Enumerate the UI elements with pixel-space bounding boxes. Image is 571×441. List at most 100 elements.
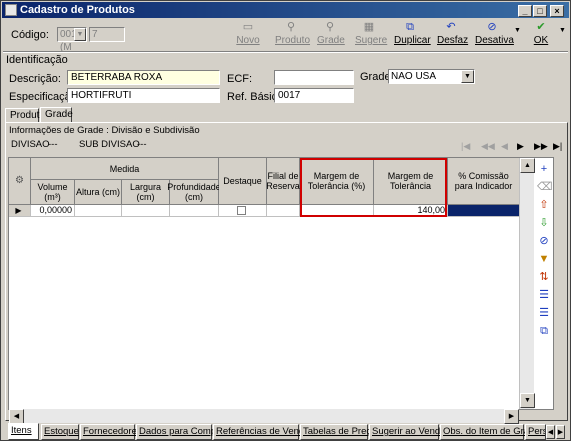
col-volume[interactable]: Volume (m³)	[31, 180, 75, 205]
grade-label: Grade	[317, 35, 345, 46]
tab-fornecedores[interactable]: Fornecedores	[80, 424, 142, 440]
deactivate-icon: ⊘	[487, 21, 497, 33]
tabs-scroll-right-icon[interactable]: ▶	[556, 425, 565, 439]
ok-label: OK	[533, 35, 549, 46]
grid-settings-icon[interactable]: ⚙	[15, 176, 24, 186]
prev-record-icon[interactable]: ◀	[501, 141, 508, 152]
tab-estoque[interactable]: Estoque	[41, 424, 79, 440]
duplicar-button[interactable]: ⧉ Duplicar	[394, 19, 431, 49]
tab-tabelas-preco[interactable]: Tabelas de Preço	[300, 424, 376, 440]
title-bar: Cadastro de Produtos _ □ ×	[2, 2, 569, 18]
cell-volume[interactable]: 0,00000	[31, 205, 75, 217]
destaque-checkbox[interactable]	[237, 206, 246, 215]
move-down-icon[interactable]: ⇩	[537, 216, 551, 230]
delete-row-icon[interactable]: ⌫	[537, 180, 553, 194]
insert-row-icon[interactable]: +	[537, 162, 551, 176]
cell-profundidade[interactable]	[170, 205, 219, 217]
codigo-label: Código:	[11, 29, 49, 41]
horizontal-scrollbar[interactable]: ◀ ▶	[9, 409, 519, 424]
desfaz-label: Desfaz	[437, 35, 469, 46]
new-document-icon: ▭	[242, 21, 254, 33]
desativa-label: Desativa	[475, 35, 514, 46]
search-grade-icon: ⚲	[325, 21, 335, 33]
tabs-scroll-left-icon[interactable]: ◀	[546, 425, 555, 439]
list-options-icon[interactable]: ☰	[537, 306, 551, 320]
grid-corner: ⚙	[9, 158, 31, 205]
grid-side-toolbar: + ⌫ ⇧ ⇩ ⊘ ▼ ⇅ ☰ ☰ ⧉	[534, 158, 554, 338]
sugere-button[interactable]: ▦ Sugere	[355, 19, 388, 49]
next-record-icon[interactable]: ▶	[517, 141, 524, 152]
maximize-button[interactable]: □	[533, 5, 547, 17]
prev-page-icon[interactable]: ◀◀	[481, 141, 495, 152]
novo-label: Novo	[236, 35, 260, 46]
codigo-combo[interactable]: 001 (M ▼	[57, 27, 87, 53]
col-altura[interactable]: Altura (cm)	[75, 180, 122, 205]
novo-button[interactable]: ▭ Novo	[236, 19, 260, 49]
divisao-label: DIVISAO	[11, 139, 50, 150]
scroll-up-icon[interactable]: ▲	[520, 158, 535, 173]
first-record-icon[interactable]: |◀	[461, 141, 470, 152]
tab-grade[interactable]: Grade	[40, 107, 73, 123]
cell-largura[interactable]	[122, 205, 170, 217]
grade-button[interactable]: ⚲ Grade	[317, 19, 345, 49]
medida-group-header: Medida	[31, 158, 219, 180]
toolbar: Código: 001 (M ▼ 7 ▭ Novo ⚲ Produto ⚲ Gr…	[3, 19, 568, 53]
close-button[interactable]: ×	[550, 5, 564, 17]
highlight-box	[300, 158, 447, 217]
move-up-icon[interactable]: ⇧	[537, 198, 551, 212]
scroll-right-icon[interactable]: ▶	[504, 409, 519, 424]
sugere-label: Sugere	[355, 35, 388, 46]
codigo-suffix-value: 7	[92, 29, 98, 40]
descricao-field[interactable]: BETERRABA ROXA	[67, 70, 220, 85]
cell-comissao[interactable]	[448, 205, 520, 217]
sort-icon[interactable]: ⇅	[537, 270, 551, 284]
scroll-down-icon[interactable]: ▼	[520, 393, 535, 408]
ecf-field[interactable]	[274, 70, 354, 85]
col-largura[interactable]: Largura (cm)	[122, 180, 170, 205]
ok-button[interactable]: ✔ OK	[531, 19, 551, 49]
tab-obs-item-grade[interactable]: Obs. do Item de Grade	[440, 424, 540, 440]
window-title: Cadastro de Produtos	[20, 4, 135, 16]
scroll-left-icon[interactable]: ◀	[9, 409, 24, 424]
ok-dropdown-icon[interactable]: ▼	[559, 27, 566, 34]
minimize-button[interactable]: _	[518, 5, 532, 17]
col-destaque[interactable]: Destaque	[219, 158, 267, 205]
tab-dados-compra[interactable]: Dados para Compra	[136, 424, 225, 440]
col-profundidade[interactable]: Profundidade (cm)	[167, 180, 221, 205]
list-icon[interactable]: ☰	[537, 288, 551, 302]
next-page-icon[interactable]: ▶▶	[534, 141, 548, 152]
col-comissao[interactable]: % Comissão para Indicador	[448, 158, 520, 205]
last-record-icon[interactable]: ▶|	[553, 141, 562, 152]
desativa-button[interactable]: ⊘ Desativa	[475, 19, 514, 49]
cell-filial[interactable]	[267, 205, 300, 217]
tab-itens[interactable]: Itens	[8, 423, 39, 440]
col-filial-reserva[interactable]: Filial de Reserva	[266, 158, 300, 205]
filter-icon[interactable]: ▼	[537, 252, 551, 266]
grade-grid[interactable]: ⚙ Medida Volume (m³) Altura (cm) Largura…	[8, 157, 554, 410]
chevron-down-icon: ▼	[74, 28, 86, 41]
grade-select[interactable]: NAO USA ▼	[388, 69, 475, 84]
cell-altura[interactable]	[75, 205, 122, 217]
divisao-value: ---	[48, 139, 58, 150]
ref-basica-field[interactable]: 0017	[274, 88, 354, 103]
tab-referencias-venda[interactable]: Referências de Venda	[213, 424, 309, 440]
subdivisao-value: ---	[137, 139, 147, 150]
desfaz-button[interactable]: ↶ Desfaz	[437, 19, 469, 49]
desativa-dropdown-icon[interactable]: ▼	[514, 27, 521, 34]
duplicar-label: Duplicar	[394, 35, 431, 46]
duplicate-icon: ⧉	[406, 21, 414, 33]
tab-pers[interactable]: Pers	[525, 424, 546, 440]
tab-sugerir-vender[interactable]: Sugerir ao Vender	[369, 424, 449, 440]
app-icon	[5, 4, 17, 16]
especificacao-field[interactable]: HORTIFRUTI	[67, 88, 220, 103]
tab-produto[interactable]: Produto	[5, 108, 45, 123]
vertical-scrollbar[interactable]: ▲ ▼	[519, 158, 535, 409]
grade-select-value: NAO USA	[391, 71, 437, 82]
produto-button[interactable]: ⚲ Produto	[275, 19, 310, 49]
grade-info-title: Informações de Grade : Divisão e Subdivi…	[9, 125, 200, 136]
codigo-suffix-field[interactable]: 7	[89, 27, 125, 42]
copy-icon[interactable]: ⧉	[537, 324, 551, 338]
subdivisao-label: SUB DIVISAO	[79, 139, 140, 150]
cancel-icon[interactable]: ⊘	[537, 234, 551, 248]
main-window: Cadastro de Produtos _ □ × Código: 001 (…	[0, 0, 571, 441]
